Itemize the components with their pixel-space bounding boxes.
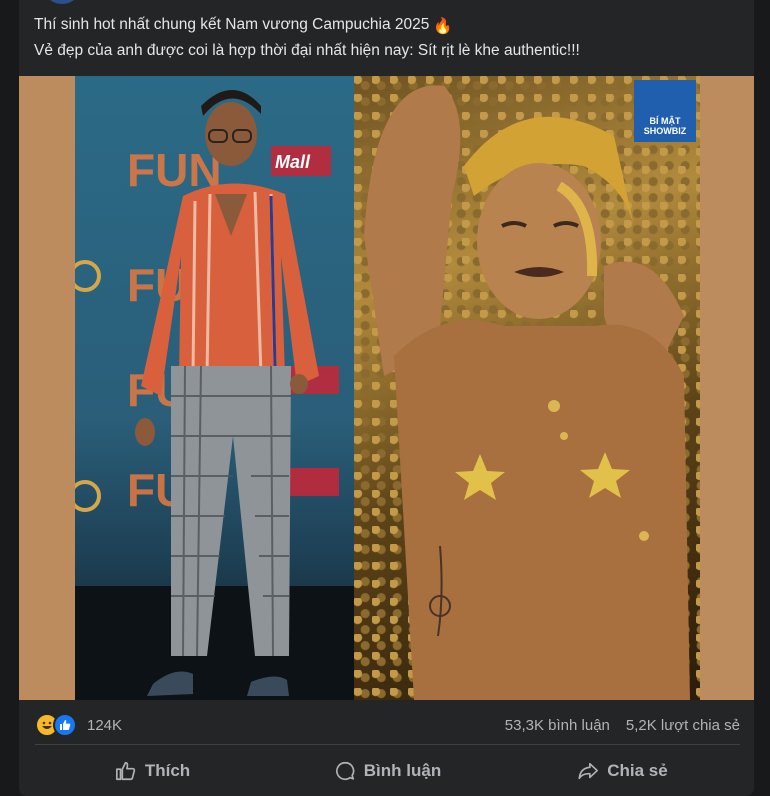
- caption-line-2: Vẻ đẹp của anh được coi là hợp thời đại …: [34, 42, 580, 59]
- post-image[interactable]: FUN FUN FUN FUN Mall: [19, 76, 754, 700]
- comment-count-link[interactable]: 53,3K bình luận: [505, 717, 610, 734]
- reaction-count: 124K: [87, 716, 123, 734]
- author-avatar[interactable]: [42, 0, 82, 4]
- share-label: Chia sẻ: [607, 761, 668, 780]
- watermark-line-2: SHOWBIZ: [643, 126, 687, 136]
- like-icon: [53, 713, 77, 737]
- left-photo-illustration: FUN FUN FUN FUN Mall: [75, 90, 354, 700]
- footer-divider: [35, 744, 740, 745]
- engagement-stats: 53,3K bình luận 5,2K lượt chia sẻ: [505, 717, 740, 734]
- comment-button[interactable]: Bình luận: [270, 751, 505, 791]
- watermark-logo: BÍ MẬT SHOWBIZ: [634, 80, 696, 142]
- comment-bubble-icon: [335, 761, 355, 781]
- action-bar: Thích Bình luận Chia sẻ: [35, 751, 740, 791]
- photo-right: BÍ MẬT SHOWBIZ: [354, 76, 700, 700]
- comment-label: Bình luận: [363, 761, 442, 780]
- thumbs-up-icon: [115, 761, 135, 781]
- post-caption: Thí sinh hot nhất chung kết Nam vương Ca…: [34, 13, 742, 63]
- photo-left: FUN FUN FUN FUN Mall: [75, 76, 354, 700]
- like-button[interactable]: Thích: [35, 751, 270, 791]
- fire-icon: 🔥: [433, 18, 453, 35]
- caption-text-1: Thí sinh hot nhất chung kết Nam vương Ca…: [34, 16, 430, 33]
- watermark-line-1: BÍ MẬT: [649, 116, 681, 126]
- post-card: Thí sinh hot nhất chung kết Nam vương Ca…: [19, 0, 754, 796]
- reaction-summary: 124K 53,3K bình luận 5,2K lượt chia sẻ: [35, 710, 740, 740]
- right-photo-illustration: [364, 85, 690, 700]
- like-label: Thích: [144, 761, 191, 780]
- caption-line-1: Thí sinh hot nhất chung kết Nam vương Ca…: [34, 13, 742, 39]
- backdrop-mall-1: Mall: [275, 152, 311, 172]
- reactions-button[interactable]: 124K: [35, 713, 123, 737]
- share-count-link[interactable]: 5,2K lượt chia sẻ: [626, 717, 740, 734]
- post-footer: 124K 53,3K bình luận 5,2K lượt chia sẻ T…: [19, 700, 754, 796]
- share-button[interactable]: Chia sẻ: [505, 751, 740, 791]
- share-arrow-icon: [578, 762, 599, 780]
